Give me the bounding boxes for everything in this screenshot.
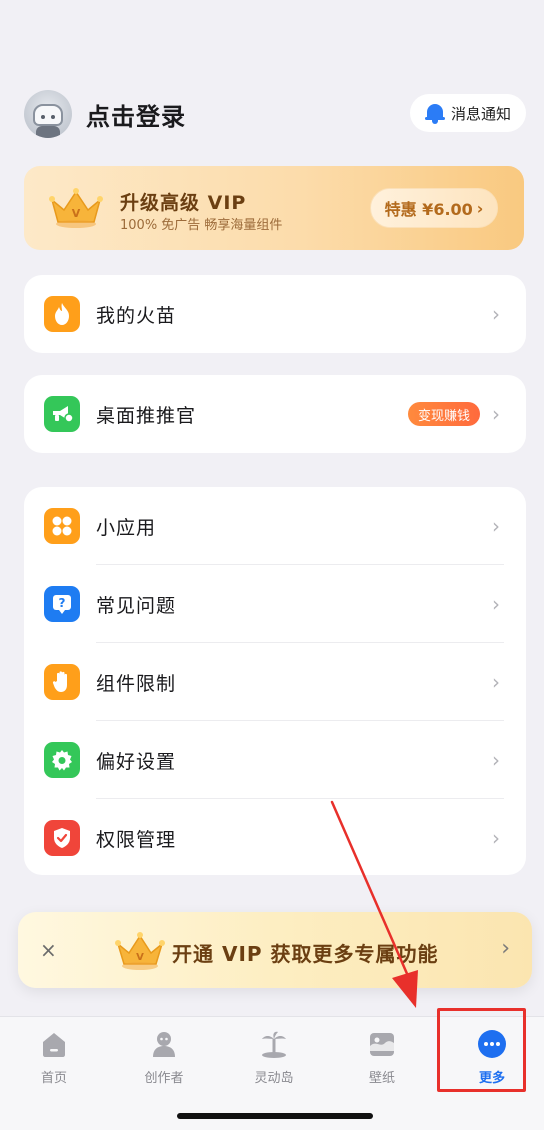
menu-item-mini-apps[interactable]: 小应用 ›: [24, 487, 526, 565]
chevron-right-icon: ›: [492, 748, 500, 772]
crown-letter: V: [72, 207, 81, 220]
vip-subtitle: 100% 免广告 畅享海量组件: [120, 218, 283, 233]
wallpaper-icon: [367, 1029, 397, 1059]
gear-icon: [44, 742, 80, 778]
megaphone-icon: [44, 396, 80, 432]
earn-money-badge: 变现赚钱: [407, 402, 480, 426]
menu-item-faq[interactable]: ? 常见问题 ›: [24, 565, 526, 643]
svg-text:?: ?: [59, 596, 66, 610]
menu-item-label: 我的火苗: [96, 304, 177, 327]
hand-icon: [44, 664, 80, 700]
vip-upgrade-banner[interactable]: V 升级高级 VIP 100% 免广告 畅享海量组件 特惠 ¥6.00 ›: [24, 166, 524, 250]
notification-label: 消息通知: [450, 104, 511, 123]
menu-item-label: 组件限制: [96, 672, 177, 695]
chevron-right-icon: ›: [476, 198, 484, 218]
menu-item-label: 小应用: [96, 516, 157, 539]
card-my-flame: 我的火苗 ›: [24, 275, 526, 353]
vip-price-button[interactable]: 特惠 ¥6.00 ›: [370, 188, 498, 228]
menu-item-my-flame[interactable]: 我的火苗 ›: [24, 275, 526, 353]
notification-button[interactable]: 消息通知: [410, 94, 526, 132]
chevron-right-icon: ›: [492, 302, 500, 326]
question-icon: ?: [44, 586, 80, 622]
close-icon[interactable]: ×: [40, 938, 57, 962]
card-settings-list: 小应用 › ? 常见问题 › 组件限制 › 偏好设置 › 权限管理 ›: [24, 487, 526, 875]
tab-label: 壁纸: [368, 1071, 395, 1086]
shield-icon: [44, 820, 80, 856]
card-promoter: 桌面推推官 变现赚钱 ›: [24, 375, 526, 453]
chevron-right-icon: ›: [492, 592, 500, 616]
chevron-right-icon[interactable]: ›: [501, 936, 510, 961]
crown-icon: V: [49, 188, 103, 228]
menu-item-desktop-promoter[interactable]: 桌面推推官 变现赚钱 ›: [24, 375, 526, 453]
crown-icon: V: [115, 932, 165, 970]
menu-item-widget-limits[interactable]: 组件限制 ›: [24, 643, 526, 721]
vip-title: 升级高级 VIP: [120, 192, 247, 214]
tab-wallpaper[interactable]: 壁纸: [328, 1027, 436, 1101]
robot-face-icon: [33, 104, 63, 126]
chevron-right-icon: ›: [492, 402, 500, 426]
menu-item-label: 权限管理: [96, 828, 177, 851]
vip-promo-strip[interactable]: × V 开通 VIP 获取更多专属功能 ›: [18, 912, 532, 988]
chevron-right-icon: ›: [492, 670, 500, 694]
tab-label: 首页: [40, 1071, 67, 1086]
annotation-arrow: [330, 800, 418, 1008]
chevron-right-icon: ›: [492, 826, 500, 850]
bell-icon: [424, 102, 445, 124]
chevron-right-icon: ›: [492, 514, 500, 538]
vip-price-label: 特惠 ¥6.00: [384, 200, 473, 219]
menu-item-label: 偏好设置: [96, 750, 177, 773]
tab-home[interactable]: 首页: [0, 1027, 108, 1101]
island-icon: [259, 1029, 289, 1059]
menu-item-label: 常见问题: [96, 594, 177, 617]
flame-icon: [44, 296, 80, 332]
tab-dynamic-island[interactable]: 灵动岛: [220, 1027, 328, 1101]
home-indicator: [177, 1113, 373, 1119]
menu-item-permissions[interactable]: 权限管理 ›: [24, 799, 526, 877]
creator-icon: [149, 1029, 179, 1059]
header: 点击登录 消息通知: [24, 88, 526, 140]
tab-creator[interactable]: 创作者: [110, 1027, 218, 1101]
apps-icon: [44, 508, 80, 544]
annotation-highlight-box: [437, 1008, 526, 1092]
home-icon: [39, 1029, 69, 1059]
login-link[interactable]: 点击登录: [86, 97, 186, 132]
avatar[interactable]: [24, 90, 72, 138]
menu-item-preferences[interactable]: 偏好设置 ›: [24, 721, 526, 799]
menu-item-label: 桌面推推官: [96, 404, 197, 427]
crown-letter: V: [136, 952, 144, 963]
tab-label: 创作者: [144, 1071, 184, 1086]
tab-label: 灵动岛: [254, 1071, 294, 1086]
